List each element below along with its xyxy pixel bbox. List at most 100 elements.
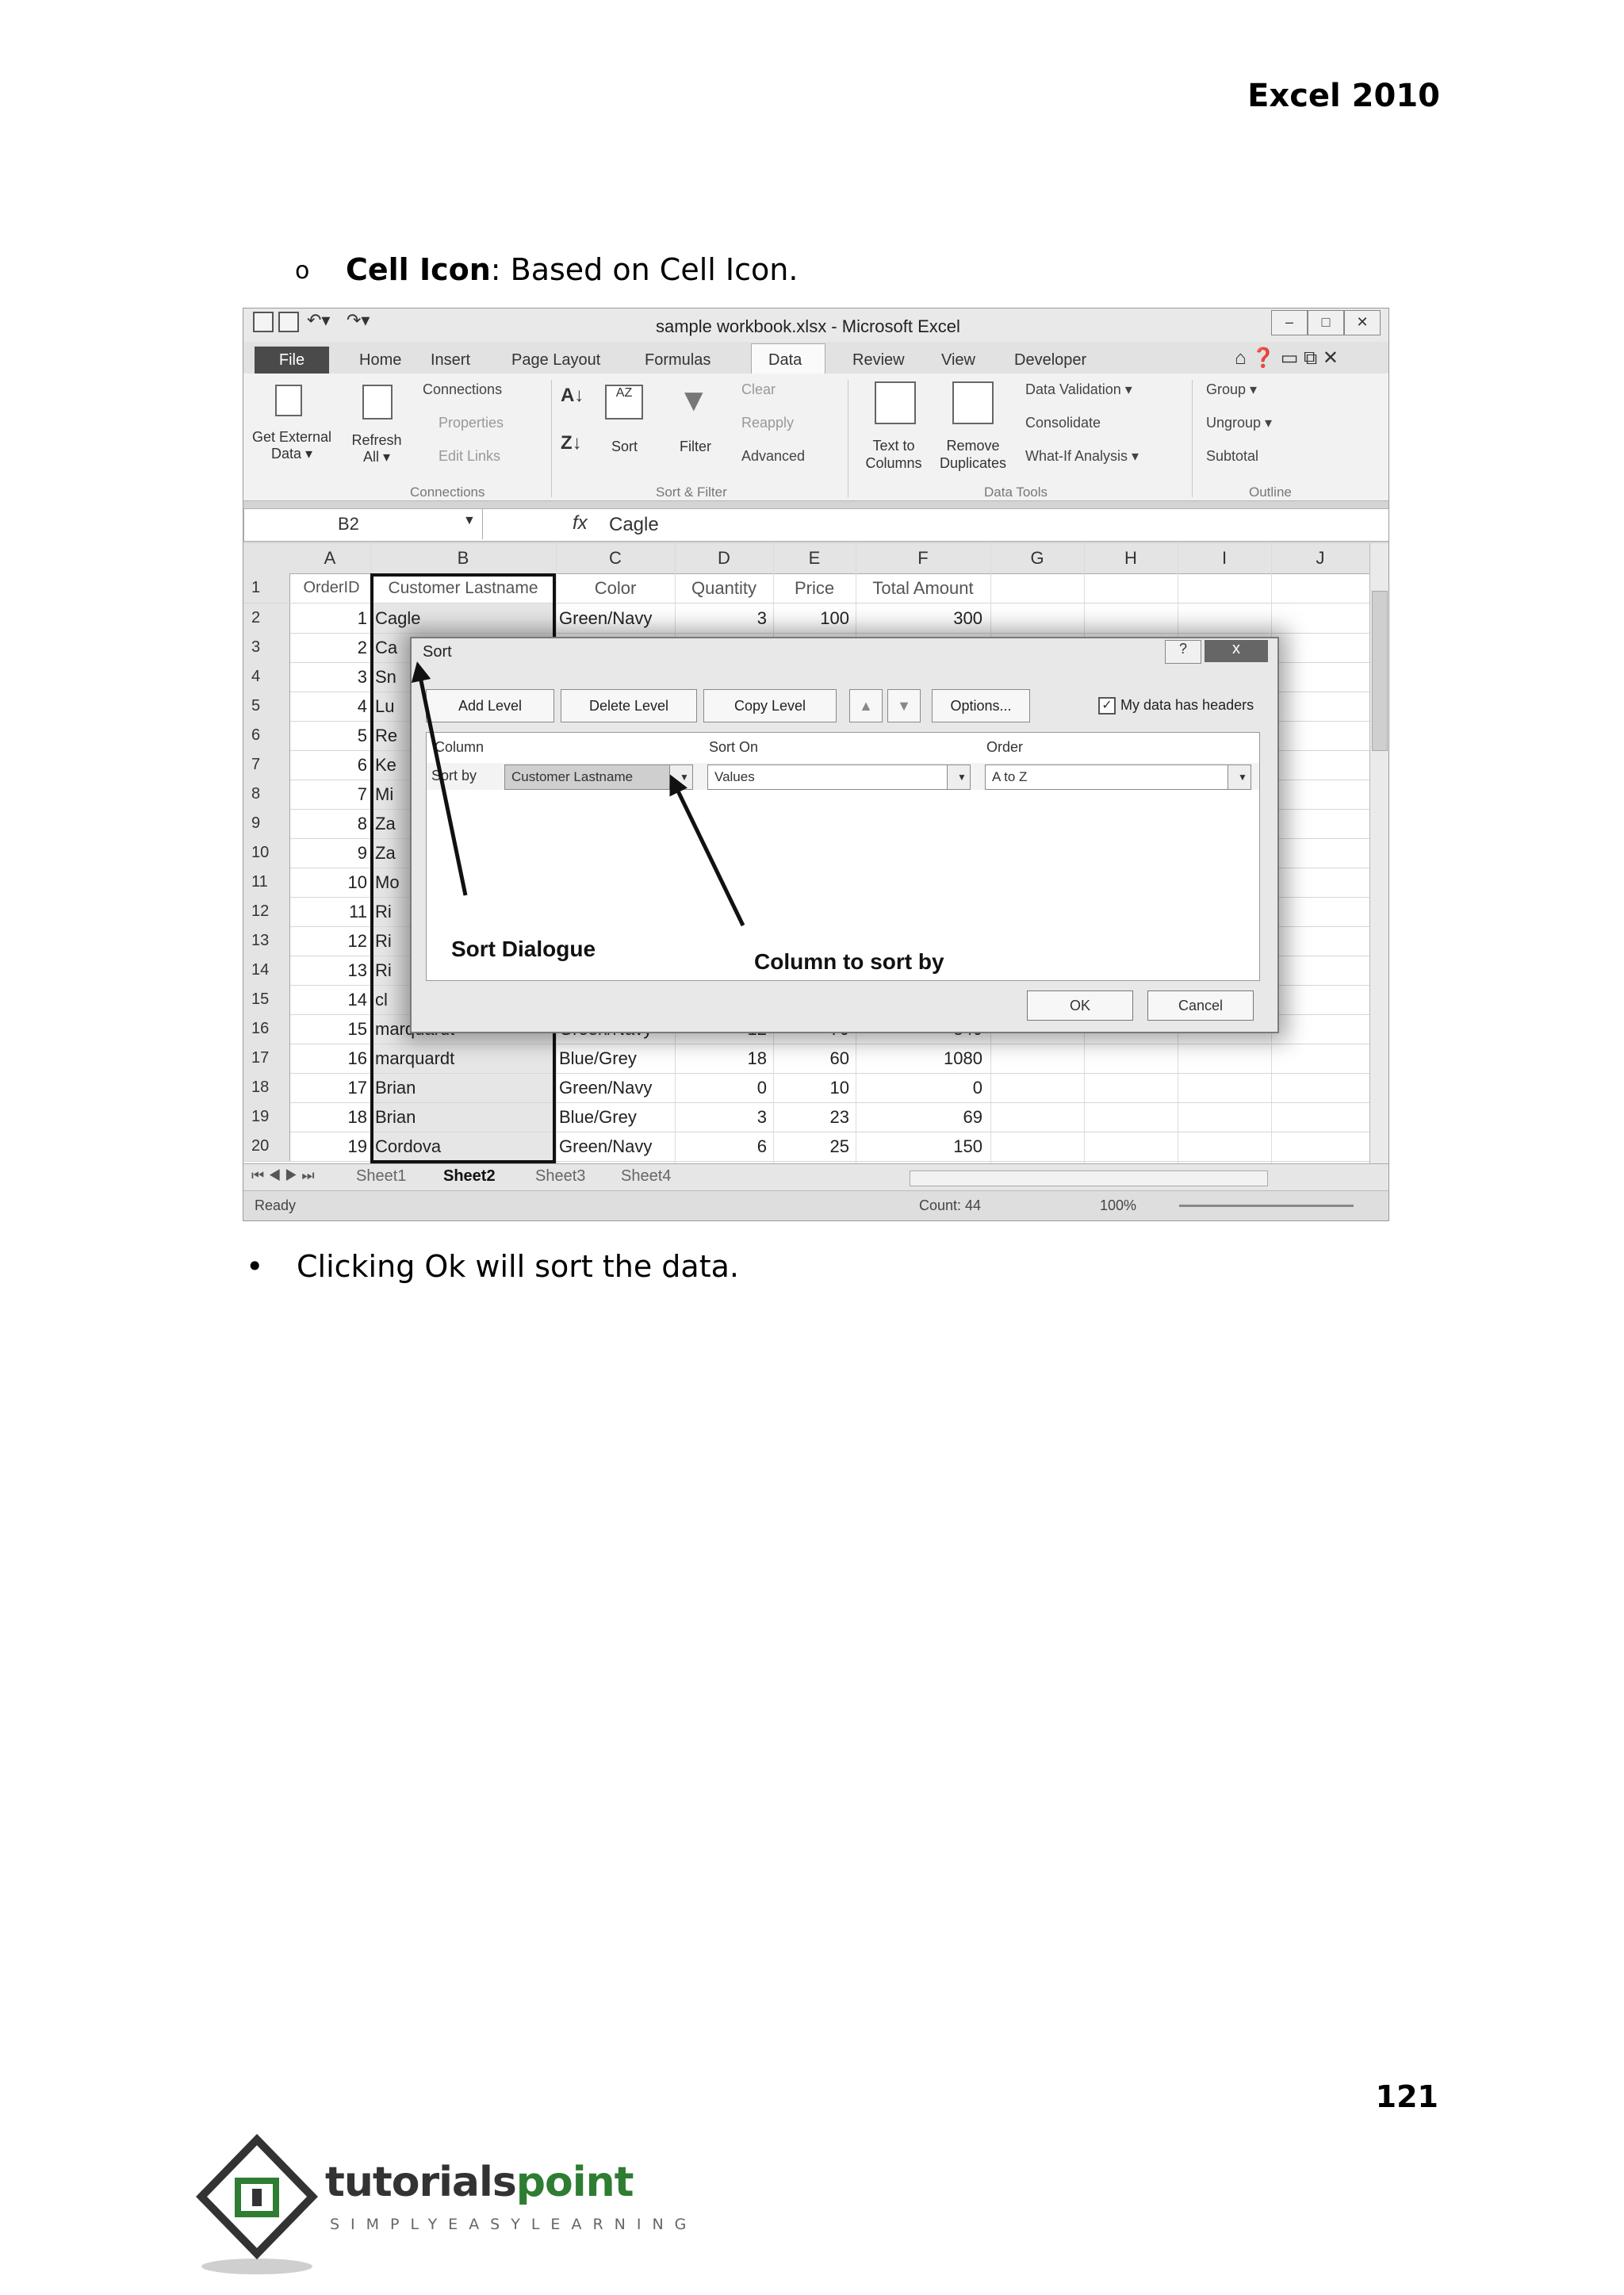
table-cell[interactable]: 0: [856, 1073, 982, 1102]
tab-review[interactable]: Review: [852, 351, 905, 370]
dialog-help-button[interactable]: ?: [1165, 640, 1201, 664]
table-cell[interactable]: 8: [293, 809, 367, 838]
tab-file[interactable]: File: [255, 347, 329, 374]
chevron-down-icon[interactable]: ▼: [1228, 765, 1251, 789]
vertical-scrollbar[interactable]: [1369, 543, 1388, 1163]
tab-formulas[interactable]: Formulas: [645, 351, 710, 370]
column-header-a[interactable]: A: [289, 543, 371, 574]
table-cell[interactable]: 3: [675, 603, 767, 633]
column-header-h[interactable]: H: [1084, 543, 1178, 574]
table-cell[interactable]: 1080: [856, 1044, 982, 1073]
row-header[interactable]: 17: [243, 1044, 290, 1073]
table-cell[interactable]: 6: [675, 1132, 767, 1161]
tab-view[interactable]: View: [941, 351, 975, 370]
table-cell[interactable]: 17: [293, 1073, 367, 1102]
zoom-slider[interactable]: [1179, 1205, 1354, 1207]
name-box[interactable]: B2 ▼: [244, 509, 483, 539]
data-validation-button[interactable]: Data Validation ▾: [1025, 381, 1132, 398]
header-cell[interactable]: Price: [773, 573, 856, 603]
table-cell[interactable]: Blue/Grey: [559, 1044, 673, 1073]
sort-za-icon[interactable]: Z↓: [561, 432, 582, 454]
delete-level-button[interactable]: Delete Level: [561, 689, 697, 722]
maximize-icon[interactable]: □: [1308, 310, 1344, 335]
sort-az-icon[interactable]: A↓: [561, 385, 584, 407]
table-cell[interactable]: 18: [293, 1102, 367, 1132]
move-down-button[interactable]: ▼: [887, 689, 921, 722]
tab-page-layout[interactable]: Page Layout: [511, 351, 600, 370]
ungroup-button[interactable]: Ungroup ▾: [1206, 415, 1272, 431]
table-cell[interactable]: 7: [293, 780, 367, 809]
help-icon[interactable]: ⌂ ❓ ▭ ⧉ ✕: [1235, 347, 1339, 370]
clear-button[interactable]: Clear: [741, 381, 776, 398]
sheet-nav-icon[interactable]: ⏮ ◀ ▶ ⏭: [251, 1167, 315, 1184]
tab-developer[interactable]: Developer: [1014, 351, 1086, 370]
copy-level-button[interactable]: Copy Level: [703, 689, 837, 722]
tab-home[interactable]: Home: [359, 351, 401, 370]
table-cell[interactable]: 2: [293, 633, 367, 662]
order-select[interactable]: A to Z ▼: [985, 764, 1251, 790]
name-box-dropdown-icon[interactable]: ▼: [463, 514, 476, 528]
column-header-f[interactable]: F: [856, 543, 991, 574]
text-to-columns-button[interactable]: Text to Columns: [854, 437, 933, 472]
connections-button[interactable]: Connections: [423, 381, 502, 398]
sort-on-select[interactable]: Values ▼: [707, 764, 971, 790]
chevron-down-icon[interactable]: ▼: [947, 765, 970, 789]
remove-duplicates-button[interactable]: Remove Duplicates: [933, 437, 1013, 472]
table-cell[interactable]: 18: [675, 1044, 767, 1073]
ok-button[interactable]: OK: [1027, 990, 1133, 1021]
row-header[interactable]: 6: [243, 721, 290, 750]
sort-button[interactable]: Sort: [611, 439, 638, 455]
table-cell[interactable]: Green/Navy: [559, 1073, 673, 1102]
column-select[interactable]: Customer Lastname ▼: [504, 764, 693, 790]
table-cell[interactable]: 10: [293, 868, 367, 897]
save-icon[interactable]: [278, 312, 299, 332]
row-header[interactable]: 7: [243, 750, 290, 780]
table-cell[interactable]: 100: [773, 603, 849, 633]
table-cell[interactable]: 300: [856, 603, 982, 633]
table-cell[interactable]: 16: [293, 1044, 367, 1073]
tab-insert[interactable]: Insert: [431, 351, 470, 370]
reapply-button[interactable]: Reapply: [741, 415, 794, 431]
row-header[interactable]: 20: [243, 1132, 290, 1161]
close-icon[interactable]: ✕: [1344, 310, 1381, 335]
sheet-tab-1[interactable]: Sheet1: [356, 1167, 406, 1186]
table-cell[interactable]: 25: [773, 1132, 849, 1161]
filter-button[interactable]: Filter: [680, 439, 711, 455]
table-cell[interactable]: 23: [773, 1102, 849, 1132]
table-cell[interactable]: 3: [675, 1102, 767, 1132]
header-cell[interactable]: Total Amount: [856, 573, 990, 603]
fx-icon[interactable]: fx: [573, 512, 588, 534]
row-header[interactable]: 1: [243, 573, 290, 603]
what-if-analysis-button[interactable]: What-If Analysis ▾: [1025, 448, 1139, 465]
formula-input[interactable]: Cagle: [609, 514, 659, 536]
table-cell[interactable]: 15: [293, 1014, 367, 1044]
row-header[interactable]: 3: [243, 633, 290, 662]
dialog-close-button[interactable]: x: [1205, 640, 1268, 662]
header-cell[interactable]: Color: [556, 573, 675, 603]
minimize-icon[interactable]: –: [1271, 310, 1308, 335]
table-cell[interactable]: 6: [293, 750, 367, 780]
table-cell[interactable]: 60: [773, 1044, 849, 1073]
column-header-i[interactable]: I: [1178, 543, 1272, 574]
header-cell[interactable]: OrderID: [293, 573, 370, 603]
table-cell[interactable]: 69: [856, 1102, 982, 1132]
row-header[interactable]: 2: [243, 603, 290, 633]
edit-links-button[interactable]: Edit Links: [439, 448, 500, 465]
my-data-has-headers-checkbox[interactable]: ✓: [1098, 697, 1116, 715]
cancel-button[interactable]: Cancel: [1147, 990, 1254, 1021]
column-header-j[interactable]: J: [1271, 543, 1370, 574]
table-cell[interactable]: 3: [293, 662, 367, 692]
scrollbar-thumb[interactable]: [1372, 591, 1388, 751]
options-button[interactable]: Options...: [932, 689, 1030, 722]
column-header-g[interactable]: G: [990, 543, 1085, 574]
chevron-down-icon[interactable]: ▼: [669, 765, 692, 789]
sort-level-row[interactable]: Sort by Customer Lastname ▼ Values ▼ A t…: [427, 763, 1259, 790]
table-cell[interactable]: 10: [773, 1073, 849, 1102]
refresh-all-button[interactable]: Refresh All ▾: [345, 432, 408, 466]
table-cell[interactable]: 19: [293, 1132, 367, 1161]
table-cell[interactable]: 150: [856, 1132, 982, 1161]
table-cell[interactable]: Blue/Grey: [559, 1102, 673, 1132]
row-header[interactable]: 11: [243, 868, 290, 897]
row-header[interactable]: 16: [243, 1014, 290, 1044]
row-header[interactable]: 10: [243, 838, 290, 868]
